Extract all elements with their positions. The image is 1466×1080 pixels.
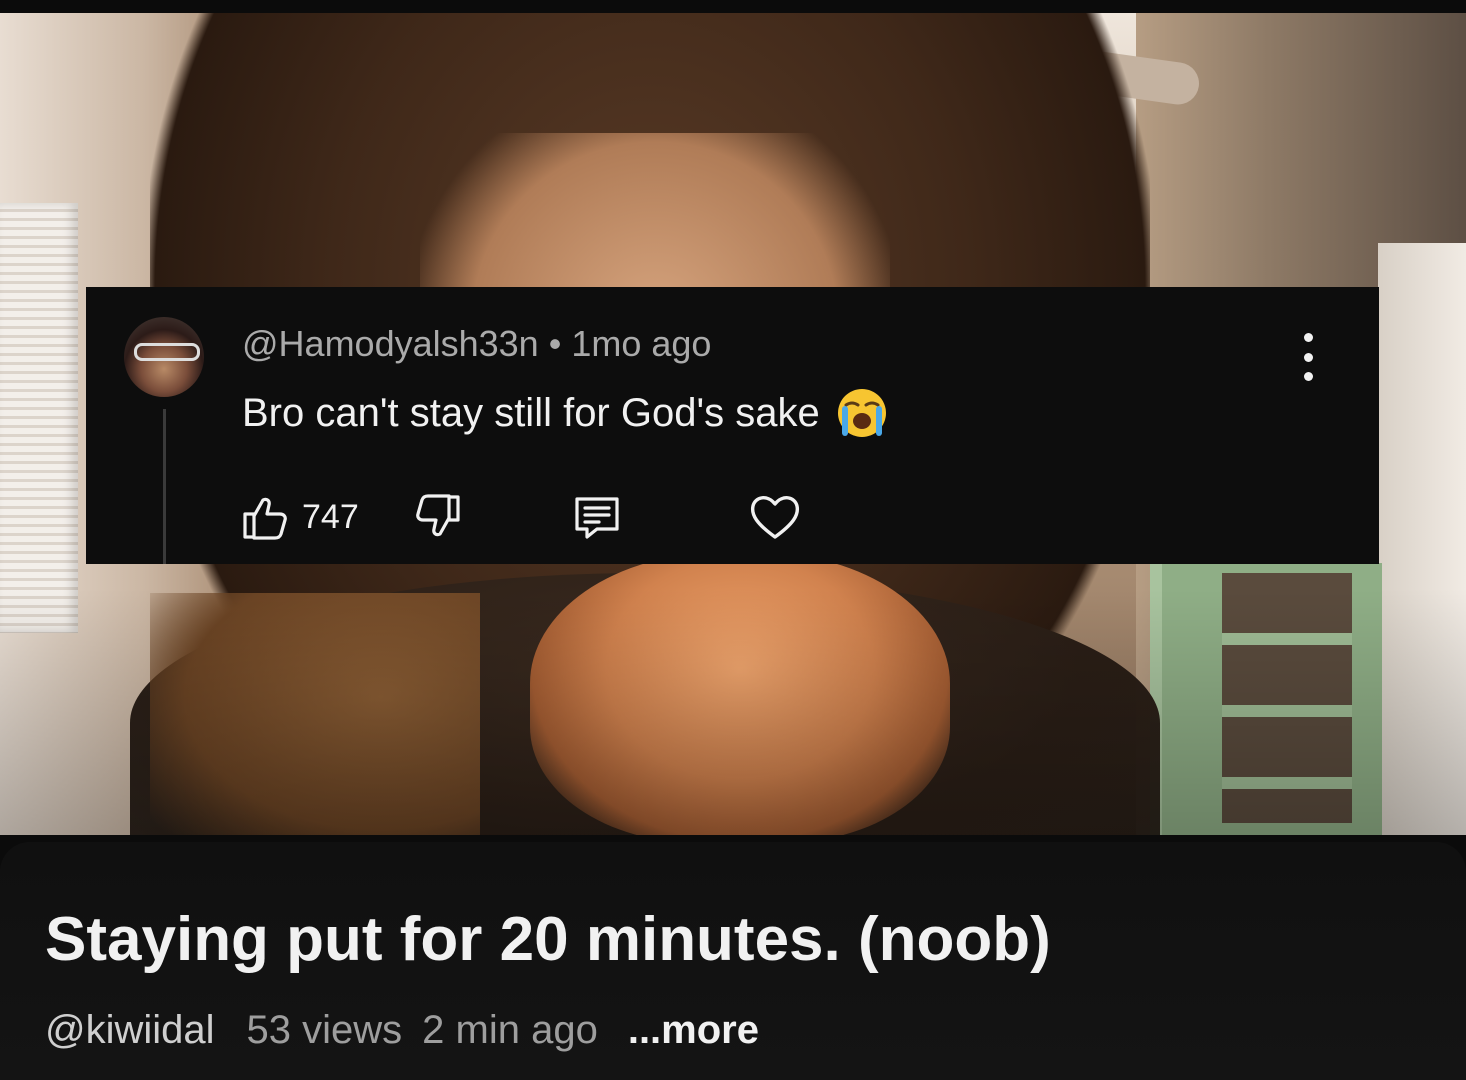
more-button[interactable]: ...more — [628, 1008, 759, 1053]
comment-timestamp: 1mo ago — [571, 323, 712, 364]
comment-meta: @Hamodyalsh33n • 1mo ago — [242, 323, 711, 365]
kebab-menu-icon[interactable] — [1299, 333, 1317, 381]
thumbs-up-icon — [240, 491, 292, 543]
avatar[interactable] — [124, 317, 204, 397]
comment-username[interactable]: @Hamodyalsh33n — [242, 323, 539, 364]
comment-actions: 747 — [240, 487, 803, 547]
reply-button[interactable] — [571, 491, 623, 543]
comment-card: @Hamodyalsh33n • 1mo ago Bro can't stay st… — [86, 287, 1379, 564]
like-button[interactable]: 747 — [240, 491, 359, 543]
crying-emoji-icon — [836, 387, 888, 439]
heart-icon — [747, 491, 803, 543]
comment-text-row: Bro can't stay still for God's sake — [242, 387, 888, 439]
view-count: 53 views — [246, 1008, 403, 1052]
comment-reply-icon — [571, 491, 623, 543]
heart-button[interactable] — [747, 491, 803, 543]
comment-text: Bro can't stay still for God's sake — [242, 390, 820, 435]
upload-age: 2 min ago — [422, 1008, 598, 1052]
video-title[interactable]: Staying put for 20 minutes. (noob) — [45, 904, 1051, 975]
thread-line — [163, 409, 166, 564]
meta-separator: • — [548, 323, 562, 364]
dislike-button[interactable] — [411, 491, 463, 543]
thumbs-down-icon — [411, 491, 463, 543]
top-edge — [0, 0, 1466, 13]
channel-handle[interactable]: @kiwiidal — [45, 1008, 215, 1053]
like-count: 747 — [302, 497, 359, 536]
video-info-panel: Staying put for 20 minutes. (noob) @kiwi… — [0, 842, 1466, 1080]
shorts-screen: @Hamodyalsh33n • 1mo ago Bro can't stay st… — [0, 0, 1466, 1080]
video-meta: @kiwiidal 53 views 2 min ago ...more — [45, 1008, 759, 1053]
